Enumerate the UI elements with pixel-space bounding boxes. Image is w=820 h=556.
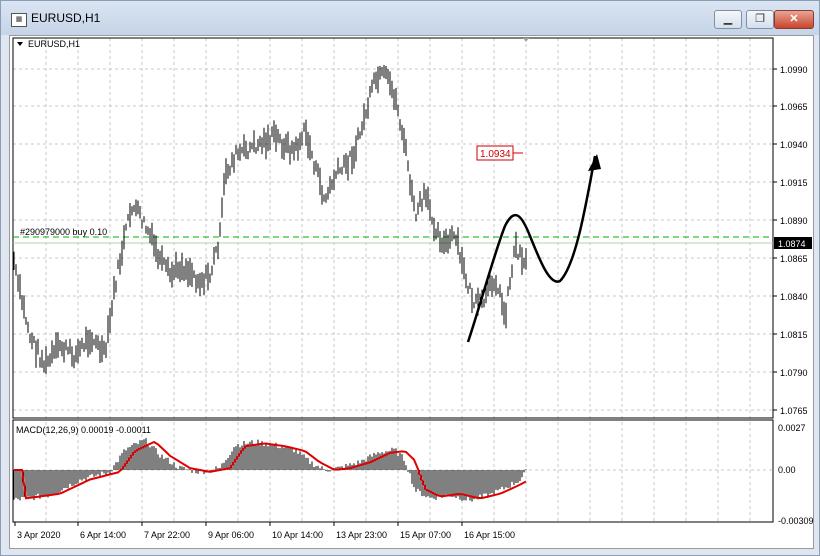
price-tick-label: 1.0865	[780, 254, 808, 264]
macd-axis: 0.0027 0.00 -0.00309	[778, 423, 814, 526]
chart-svg[interactable]: 1.0934 EURUSD,H1 #290979000 buy 0.10 1.0…	[10, 36, 814, 548]
macd-tick-label: 0.00	[778, 465, 796, 475]
time-tick-label: 15 Apr 07:00	[400, 530, 451, 540]
chart-shift-marker[interactable]	[523, 38, 529, 42]
macd-label: MACD(12,26,9) 0.00019 -0.00011	[16, 425, 151, 435]
macd-tick-label: 0.0027	[778, 423, 806, 433]
macd-tick-label: -0.00309	[778, 516, 813, 526]
chart-window: ▦ EURUSD,H1 ▁ ❐ ✕ 1.0934 EURUSD,H1 #2909…	[0, 0, 820, 556]
chart-grid	[13, 38, 773, 522]
annotation-price-label: 1.0934	[480, 149, 511, 160]
price-panel-frame	[12, 37, 774, 419]
price-tick-label: 1.0990	[780, 65, 808, 75]
time-tick-label: 3 Apr 2020	[17, 530, 61, 540]
price-tick-label: 1.0765	[780, 406, 808, 416]
window-title: EURUSD,H1	[31, 11, 101, 25]
time-tick-label: 13 Apr 23:00	[336, 530, 387, 540]
time-tick-label: 7 Apr 22:00	[144, 530, 190, 540]
price-tick-label: 1.0965	[780, 102, 808, 112]
chart-area[interactable]: 1.0934 EURUSD,H1 #290979000 buy 0.10 1.0…	[9, 35, 814, 549]
macd-histogram	[13, 438, 527, 502]
chart-app-icon: ▦	[11, 13, 27, 27]
price-tick-label: 1.0890	[780, 216, 808, 226]
minimize-button[interactable]: ▁	[714, 10, 742, 29]
time-tick-label: 16 Apr 15:00	[464, 530, 515, 540]
time-tick-label: 6 Apr 14:00	[80, 530, 126, 540]
symbol-dropdown-icon[interactable]	[17, 42, 23, 46]
symbol-label: EURUSD,H1	[28, 39, 80, 49]
time-tick-label: 10 Apr 14:00	[272, 530, 323, 540]
close-button[interactable]: ✕	[774, 10, 814, 29]
title-bar[interactable]: ▦ EURUSD,H1 ▁ ❐ ✕	[1, 1, 819, 35]
price-tick-label: 1.0915	[780, 178, 808, 188]
time-axis: 3 Apr 2020 6 Apr 14:00 7 Apr 22:00 9 Apr 06…	[14, 522, 515, 540]
order-label: #290979000 buy 0.10	[20, 227, 107, 237]
price-tick-label: 1.0840	[780, 292, 808, 302]
forecast-curve[interactable]	[466, 155, 597, 343]
restore-button[interactable]: ❐	[746, 10, 774, 29]
price-tick-label: 1.0790	[780, 368, 808, 378]
macd-panel-frame	[12, 419, 774, 523]
time-tick-label: 9 Apr 06:00	[208, 530, 254, 540]
price-tick-label: 1.0940	[780, 140, 808, 150]
price-tick-label: 1.0815	[780, 330, 808, 340]
current-price-label: 1.0874	[778, 239, 806, 249]
